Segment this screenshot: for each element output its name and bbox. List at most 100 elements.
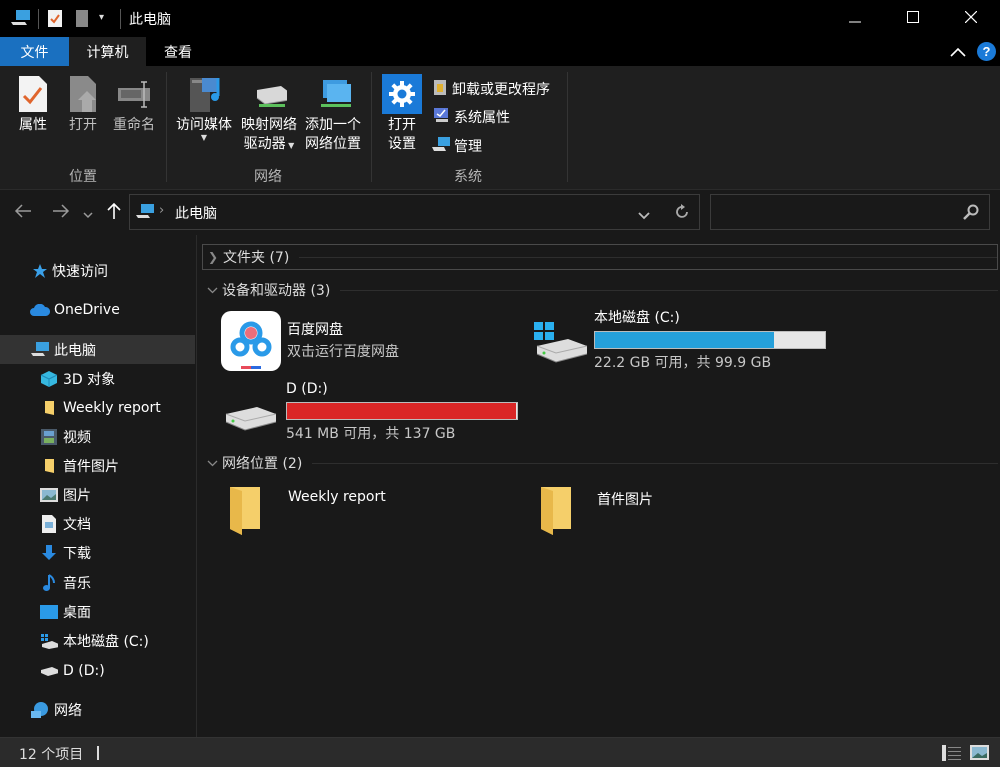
sidebar-item-pictures[interactable]: 图片 bbox=[0, 481, 195, 509]
ribbon-tabbar: 文件 计算机 查看 ? bbox=[0, 37, 1000, 66]
content-pane: ❯ 文件夹 (7) 设备和驱动器 (3) 百度网盘 双击运行百度网盘 本地磁盘 … bbox=[198, 235, 1000, 737]
address-bar[interactable]: › 此电脑 bbox=[129, 194, 700, 230]
drive-icon bbox=[223, 379, 285, 439]
add-network-location-button[interactable]: 添加一个 网络位置 bbox=[302, 74, 364, 154]
search-box[interactable] bbox=[710, 194, 990, 230]
minimize-icon bbox=[849, 11, 861, 27]
system-properties-label: 系统属性 bbox=[454, 110, 510, 126]
up-button[interactable] bbox=[106, 202, 122, 224]
sidebar-item-desktop[interactable]: 桌面 bbox=[0, 598, 195, 626]
network-location-first-images[interactable]: 首件图片 bbox=[539, 485, 819, 540]
search-input[interactable] bbox=[715, 199, 955, 225]
recent-locations-button[interactable] bbox=[83, 207, 93, 223]
ribbon: 属性 打开 重命名 位置 访问媒体 ▼ 映射网络 驱动器 ▼ 添加一个 网络位置 bbox=[0, 66, 1000, 190]
sidebar-item-videos[interactable]: 视频 bbox=[0, 423, 195, 451]
video-icon bbox=[40, 428, 58, 446]
cube-icon bbox=[40, 370, 58, 388]
folder-icon bbox=[539, 485, 597, 540]
sidebar-item-first-images[interactable]: 首件图片 bbox=[0, 452, 195, 480]
open-settings-button[interactable]: 打开 设置 bbox=[380, 74, 424, 154]
close-button[interactable] bbox=[942, 0, 1000, 37]
status-separator bbox=[97, 746, 99, 760]
uninstall-program-button[interactable]: 卸载或更改程序 bbox=[432, 78, 550, 100]
sidebar-item-music[interactable]: 音乐 bbox=[0, 569, 195, 597]
group-header-network-locations[interactable]: 网络位置 (2) bbox=[202, 450, 998, 476]
navigation-pane: 快速访问 OneDrive 此电脑 3D 对象 Weekly report 视频… bbox=[0, 235, 197, 737]
device-name: 本地磁盘 (C:) bbox=[594, 310, 680, 326]
search-icon[interactable] bbox=[963, 204, 979, 224]
address-dropdown-icon[interactable] bbox=[638, 208, 650, 224]
maximize-button[interactable] bbox=[884, 0, 942, 37]
sidebar-item-weekly-report[interactable]: Weekly report bbox=[0, 394, 195, 422]
network-location-name: Weekly report bbox=[288, 489, 386, 505]
desktop-icon bbox=[40, 603, 58, 621]
large-icons-view-icon[interactable] bbox=[970, 745, 989, 764]
back-button[interactable] bbox=[14, 203, 32, 223]
sidebar-item-documents[interactable]: 文档 bbox=[0, 510, 195, 538]
close-icon bbox=[964, 10, 978, 27]
map-network-drive-button[interactable]: 映射网络 驱动器 ▼ bbox=[238, 74, 300, 155]
breadcrumb-this-pc[interactable]: 此电脑 bbox=[175, 203, 217, 223]
manage-button[interactable]: 管理 bbox=[432, 136, 482, 156]
collapse-ribbon-icon[interactable] bbox=[950, 45, 966, 61]
drive-free-space: 22.2 GB 可用，共 99.9 GB bbox=[594, 355, 772, 371]
sidebar-item-downloads[interactable]: 下载 bbox=[0, 539, 195, 567]
navigation-bar: › 此电脑 bbox=[0, 190, 1000, 235]
sidebar-item-drive-c[interactable]: 本地磁盘 (C:) bbox=[0, 627, 195, 655]
system-properties-button[interactable]: 系统属性 bbox=[432, 107, 510, 127]
drive-c-icon bbox=[40, 632, 58, 650]
sidebar-item-label: 音乐 bbox=[63, 576, 91, 592]
cloud-icon bbox=[30, 301, 50, 319]
map-drive-label-2: 驱动器 bbox=[243, 136, 286, 152]
properties-icon bbox=[15, 74, 51, 114]
baidu-netdisk-icon bbox=[221, 311, 281, 371]
sidebar-item-quick-access[interactable]: 快速访问 bbox=[0, 257, 195, 285]
open-settings-label: 打开 bbox=[388, 117, 416, 133]
device-name: D (D:) bbox=[286, 381, 328, 397]
sidebar-item-label: 本地磁盘 (C:) bbox=[63, 634, 149, 650]
properties-button[interactable]: 属性 bbox=[14, 74, 52, 135]
download-icon bbox=[40, 544, 58, 562]
sidebar-item-onedrive[interactable]: OneDrive bbox=[0, 296, 195, 324]
device-tile-drive-c[interactable]: 本地磁盘 (C:) 22.2 GB 可用，共 99.9 GB bbox=[534, 308, 834, 373]
new-folder-quick-icon[interactable] bbox=[76, 10, 88, 31]
sidebar-item-label: 此电脑 bbox=[54, 342, 96, 359]
network-location-name: 首件图片 bbox=[597, 492, 653, 508]
rename-icon bbox=[116, 74, 152, 114]
computer-app-icon bbox=[10, 9, 32, 31]
refresh-icon[interactable] bbox=[674, 204, 690, 224]
group-header-devices[interactable]: 设备和驱动器 (3) bbox=[202, 277, 998, 303]
sidebar-item-network[interactable]: 网络 bbox=[0, 696, 195, 724]
open-button[interactable]: 打开 bbox=[64, 74, 102, 135]
tab-computer[interactable]: 计算机 bbox=[69, 37, 146, 66]
computer-icon bbox=[30, 341, 50, 359]
customize-quick-access-icon[interactable]: ▾ bbox=[99, 12, 104, 23]
details-view-icon[interactable] bbox=[942, 745, 962, 765]
sidebar-item-3d-objects[interactable]: 3D 对象 bbox=[0, 365, 195, 393]
network-location-weekly-report[interactable]: Weekly report bbox=[228, 485, 508, 540]
network-location-icon bbox=[315, 74, 351, 114]
svg-text:?: ? bbox=[983, 44, 991, 59]
rename-button[interactable]: 重命名 bbox=[110, 74, 158, 135]
group-header-folders[interactable]: ❯ 文件夹 (7) bbox=[202, 244, 998, 270]
sidebar-item-label: 图片 bbox=[63, 488, 91, 504]
properties-quick-icon[interactable] bbox=[48, 10, 62, 31]
forward-button[interactable] bbox=[52, 203, 70, 223]
document-icon bbox=[40, 515, 58, 533]
help-icon[interactable]: ? bbox=[977, 42, 996, 65]
add-location-label: 添加一个 bbox=[305, 117, 361, 133]
open-label: 打开 bbox=[69, 117, 97, 133]
access-media-button[interactable]: 访问媒体 ▼ bbox=[172, 74, 236, 142]
minimize-button[interactable] bbox=[826, 0, 884, 37]
sidebar-item-drive-d[interactable]: D (D:) bbox=[0, 657, 195, 685]
tab-view[interactable]: 查看 bbox=[146, 37, 210, 66]
media-icon bbox=[186, 74, 222, 114]
music-icon bbox=[40, 574, 58, 592]
group-separator bbox=[166, 72, 167, 182]
device-tile-baidu[interactable]: 百度网盘 双击运行百度网盘 bbox=[221, 311, 521, 371]
group-label-location: 位置 bbox=[69, 169, 97, 185]
tab-file[interactable]: 文件 bbox=[0, 37, 69, 66]
device-tile-drive-d[interactable]: D (D:) 541 MB 可用，共 137 GB bbox=[223, 379, 523, 444]
sidebar-item-this-pc[interactable]: 此电脑 bbox=[0, 335, 195, 364]
star-icon bbox=[32, 262, 48, 280]
